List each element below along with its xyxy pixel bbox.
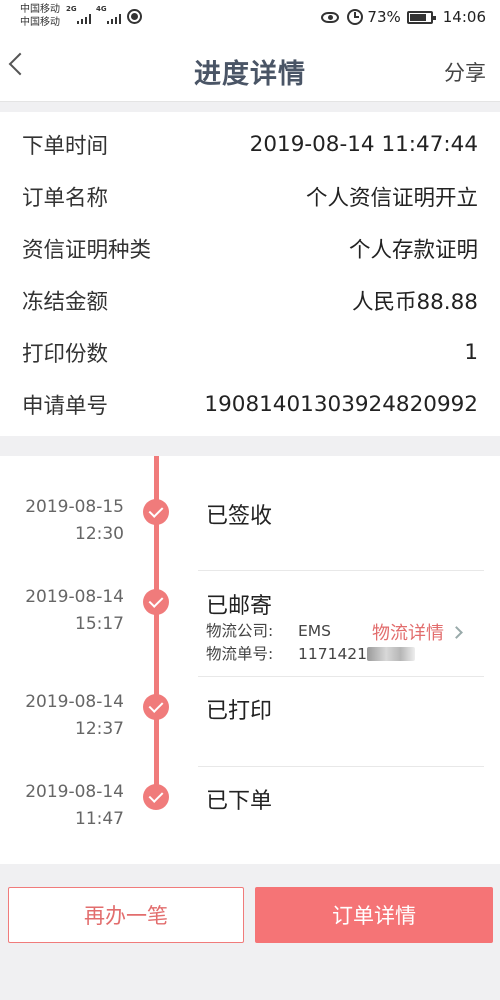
alarm-icon <box>347 9 364 25</box>
network-1-label: 2G <box>66 5 77 13</box>
order-info-card: 下单时间 2019-08-14 11:47:44 订单名称 个人资信证明开立 资… <box>0 112 500 436</box>
logistics-company: EMS <box>298 622 332 640</box>
info-row-certificate-type: 资信证明种类 个人存款证明 <box>22 228 478 268</box>
divider <box>198 570 484 571</box>
share-button[interactable]: 分享 <box>444 57 486 87</box>
eye-comfort-icon <box>321 11 340 23</box>
carrier-2: 中国移动 <box>20 17 60 28</box>
info-row-order-time: 下单时间 2019-08-14 11:47:44 <box>22 124 478 164</box>
timeline-status: 已下单 <box>206 789 273 814</box>
timeline-status: 已邮寄 <box>206 594 273 619</box>
tracking-number-label: 物流单号: <box>206 645 274 663</box>
info-label: 下单时间 <box>22 133 109 159</box>
info-row-print-copies: 打印份数 1 <box>22 332 478 372</box>
battery-icon <box>406 10 436 24</box>
info-row-frozen-amount: 冻结金额 人民币88.88 <box>22 280 478 320</box>
info-value: 个人资信证明开立 <box>305 185 478 211</box>
check-circle-icon <box>143 589 169 615</box>
status-right: 73% 14:06 <box>321 6 486 28</box>
battery-percent: 73% <box>367 8 401 26</box>
timeline-status: 已打印 <box>206 699 273 724</box>
status-bar: 中国移动 中国移动 2G 4G 73% 14:06 <box>0 0 500 34</box>
logistics-detail-label: 物流详情 <box>372 623 444 644</box>
carrier-1: 中国移动 <box>20 4 60 15</box>
timeline-status: 已签收 <box>206 504 273 529</box>
redacted-tracking <box>367 647 416 661</box>
info-label: 订单名称 <box>22 185 109 211</box>
info-label: 打印份数 <box>22 341 109 367</box>
info-value: 个人存款证明 <box>348 237 478 263</box>
divider <box>198 676 484 677</box>
logistics-detail-link[interactable]: 物流详情 <box>372 619 463 645</box>
timeline-date: 2019-08-14 15:17 <box>25 587 124 634</box>
progress-timeline: 2019-08-15 12:30 已签收 2019-08-14 15:17 已邮寄 … <box>0 456 500 864</box>
info-value: 人民币88.88 <box>351 289 478 315</box>
info-label: 申请单号 <box>22 393 109 419</box>
divider <box>198 766 484 767</box>
info-value: 2019-08-14 11:47:44 <box>249 131 478 157</box>
timeline-date: 2019-08-14 12:37 <box>25 692 124 739</box>
apply-again-button[interactable]: 再办一笔 <box>8 887 244 943</box>
info-label: 冻结金额 <box>22 289 109 315</box>
carrier-labels: 中国移动 中国移动 <box>20 3 60 29</box>
info-value: 19081401303924820992 <box>204 391 478 417</box>
notification-icon <box>127 9 142 24</box>
tracking-number: 1171421 <box>298 645 368 663</box>
page-title: 进度详情 <box>194 59 306 90</box>
check-circle-icon <box>143 784 169 810</box>
nav-bar: 进度详情 分享 <box>0 34 500 102</box>
check-circle-icon <box>143 499 169 525</box>
check-circle-icon <box>143 694 169 720</box>
timeline-date: 2019-08-15 12:30 <box>25 497 124 544</box>
info-label: 资信证明种类 <box>22 237 152 263</box>
network-2-label: 4G <box>96 5 107 13</box>
chevron-right-icon <box>450 625 463 639</box>
order-detail-button[interactable]: 订单详情 <box>255 887 493 943</box>
timeline-date: 2019-08-14 11:47 <box>25 782 124 829</box>
logistics-company-label: 物流公司: <box>206 622 274 640</box>
clock: 14:06 <box>442 8 486 26</box>
info-row-application-number: 申请单号 19081401303924820992 <box>22 384 478 424</box>
info-value: 1 <box>464 339 478 365</box>
info-row-order-name: 订单名称 个人资信证明开立 <box>22 176 478 216</box>
